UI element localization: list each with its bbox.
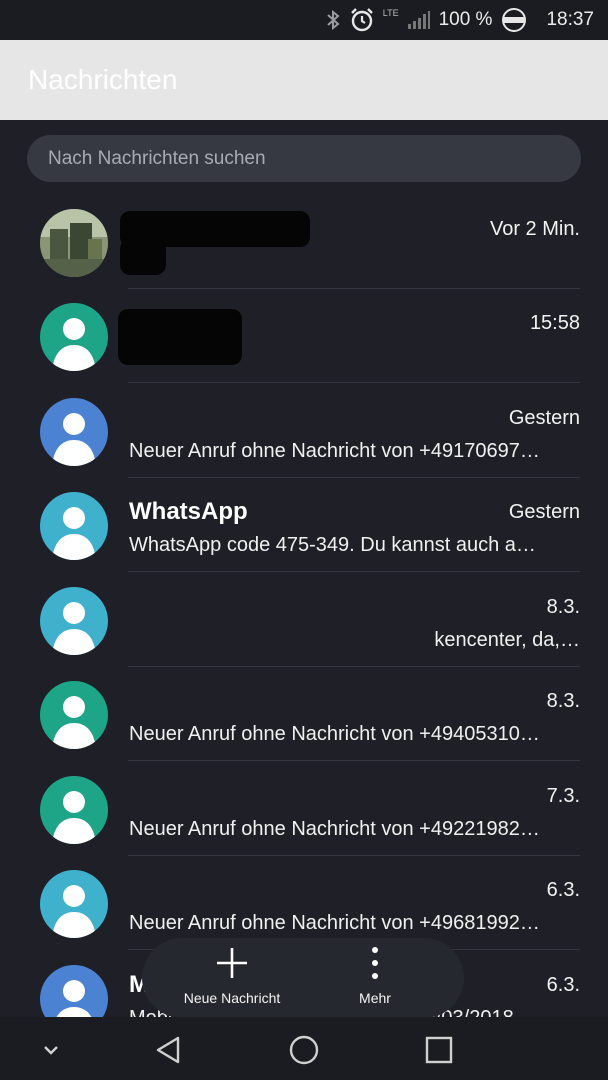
redacted-name: [120, 239, 166, 275]
chevron-down-icon[interactable]: [34, 1033, 68, 1067]
conversation-item[interactable]: Vor 2 Min.: [0, 195, 608, 289]
redacted-name: [118, 309, 242, 365]
status-bar: LTE 100 % 18:37: [0, 0, 608, 40]
bluetooth-icon: [327, 9, 340, 31]
avatar: [40, 870, 108, 938]
plus-icon: [217, 948, 247, 978]
conversation-name: WhatsApp: [129, 498, 248, 525]
avatar: [40, 209, 108, 277]
conversation-item[interactable]: 7.3. Neuer Anruf ohne Nachricht von +492…: [0, 762, 608, 856]
home-icon[interactable]: [287, 1033, 321, 1067]
avatar: [40, 681, 108, 749]
more-vert-icon: [372, 947, 378, 979]
search-placeholder: Nach Nachrichten suchen: [48, 148, 266, 169]
conversation-time: 6.3.: [546, 974, 580, 996]
battery-icon: [502, 8, 527, 32]
new-message-label: Neue Nachricht: [183, 990, 281, 1006]
avatar: [40, 587, 108, 655]
clock: 18:37: [546, 9, 594, 30]
back-icon[interactable]: [152, 1033, 186, 1067]
avatar: [40, 398, 108, 466]
conversation-time: 6.3.: [546, 879, 580, 901]
conversation-snippet: Neuer Anruf ohne Nachricht von +49221982…: [129, 818, 540, 840]
signal-icon: [407, 11, 430, 29]
conversation-item[interactable]: 8.3. Neuer Anruf ohne Nachricht von +494…: [0, 667, 608, 761]
avatar: [40, 303, 108, 371]
divider: [128, 382, 580, 383]
conversation-snippet: WhatsApp code 475-349. Du kannst auch a…: [129, 534, 536, 556]
conversation-snippet: Neuer Anruf ohne Nachricht von +49170697…: [129, 440, 540, 462]
conversation-time: 7.3.: [546, 785, 580, 807]
app-bar: Nachrichten: [0, 40, 608, 120]
search-input[interactable]: Nach Nachrichten suchen: [27, 135, 581, 182]
conversation-time: Vor 2 Min.: [489, 218, 580, 240]
alarm-icon: [350, 8, 373, 32]
conversation-item[interactable]: 8.3. kencenter, da,…: [0, 573, 608, 667]
conversation-snippet: kencenter, da,…: [434, 629, 580, 651]
conversation-time: Gestern: [508, 407, 580, 429]
avatar: [40, 776, 108, 844]
page-title: Nachrichten: [28, 64, 178, 95]
conversation-time: 8.3.: [546, 596, 580, 618]
divider: [128, 760, 580, 761]
conversation-item[interactable]: WhatsApp Gestern WhatsApp code 475-349. …: [0, 478, 608, 572]
conversation-snippet: Neuer Anruf ohne Nachricht von +49681992…: [129, 912, 540, 934]
network-type: LTE: [382, 8, 399, 18]
conversation-time: 15:58: [529, 312, 580, 334]
conversation-list[interactable]: Vor 2 Min. 15:58 Gestern Neuer Anruf ohn…: [0, 195, 608, 1017]
action-bar: Neue Nachricht Mehr: [142, 938, 464, 1018]
conversation-item[interactable]: 15:58: [0, 289, 608, 383]
navigation-bar: [0, 1017, 608, 1080]
conversation-item[interactable]: Gestern Neuer Anruf ohne Nachricht von +…: [0, 384, 608, 478]
more-button[interactable]: Mehr: [315, 944, 435, 1010]
conversation-item[interactable]: 6.3. Neuer Anruf ohne Nachricht von +496…: [0, 856, 608, 950]
conversation-time: Gestern: [508, 501, 580, 523]
divider: [128, 571, 580, 572]
conversation-snippet: Neuer Anruf ohne Nachricht von +49405310…: [129, 723, 540, 745]
avatar: [40, 492, 108, 560]
more-label: Mehr: [359, 990, 391, 1006]
conversation-time: 8.3.: [546, 690, 580, 712]
new-message-button[interactable]: Neue Nachricht: [172, 944, 292, 1010]
battery-percent: 100 %: [438, 9, 493, 30]
avatar: [40, 965, 108, 1017]
recents-icon[interactable]: [422, 1033, 456, 1067]
